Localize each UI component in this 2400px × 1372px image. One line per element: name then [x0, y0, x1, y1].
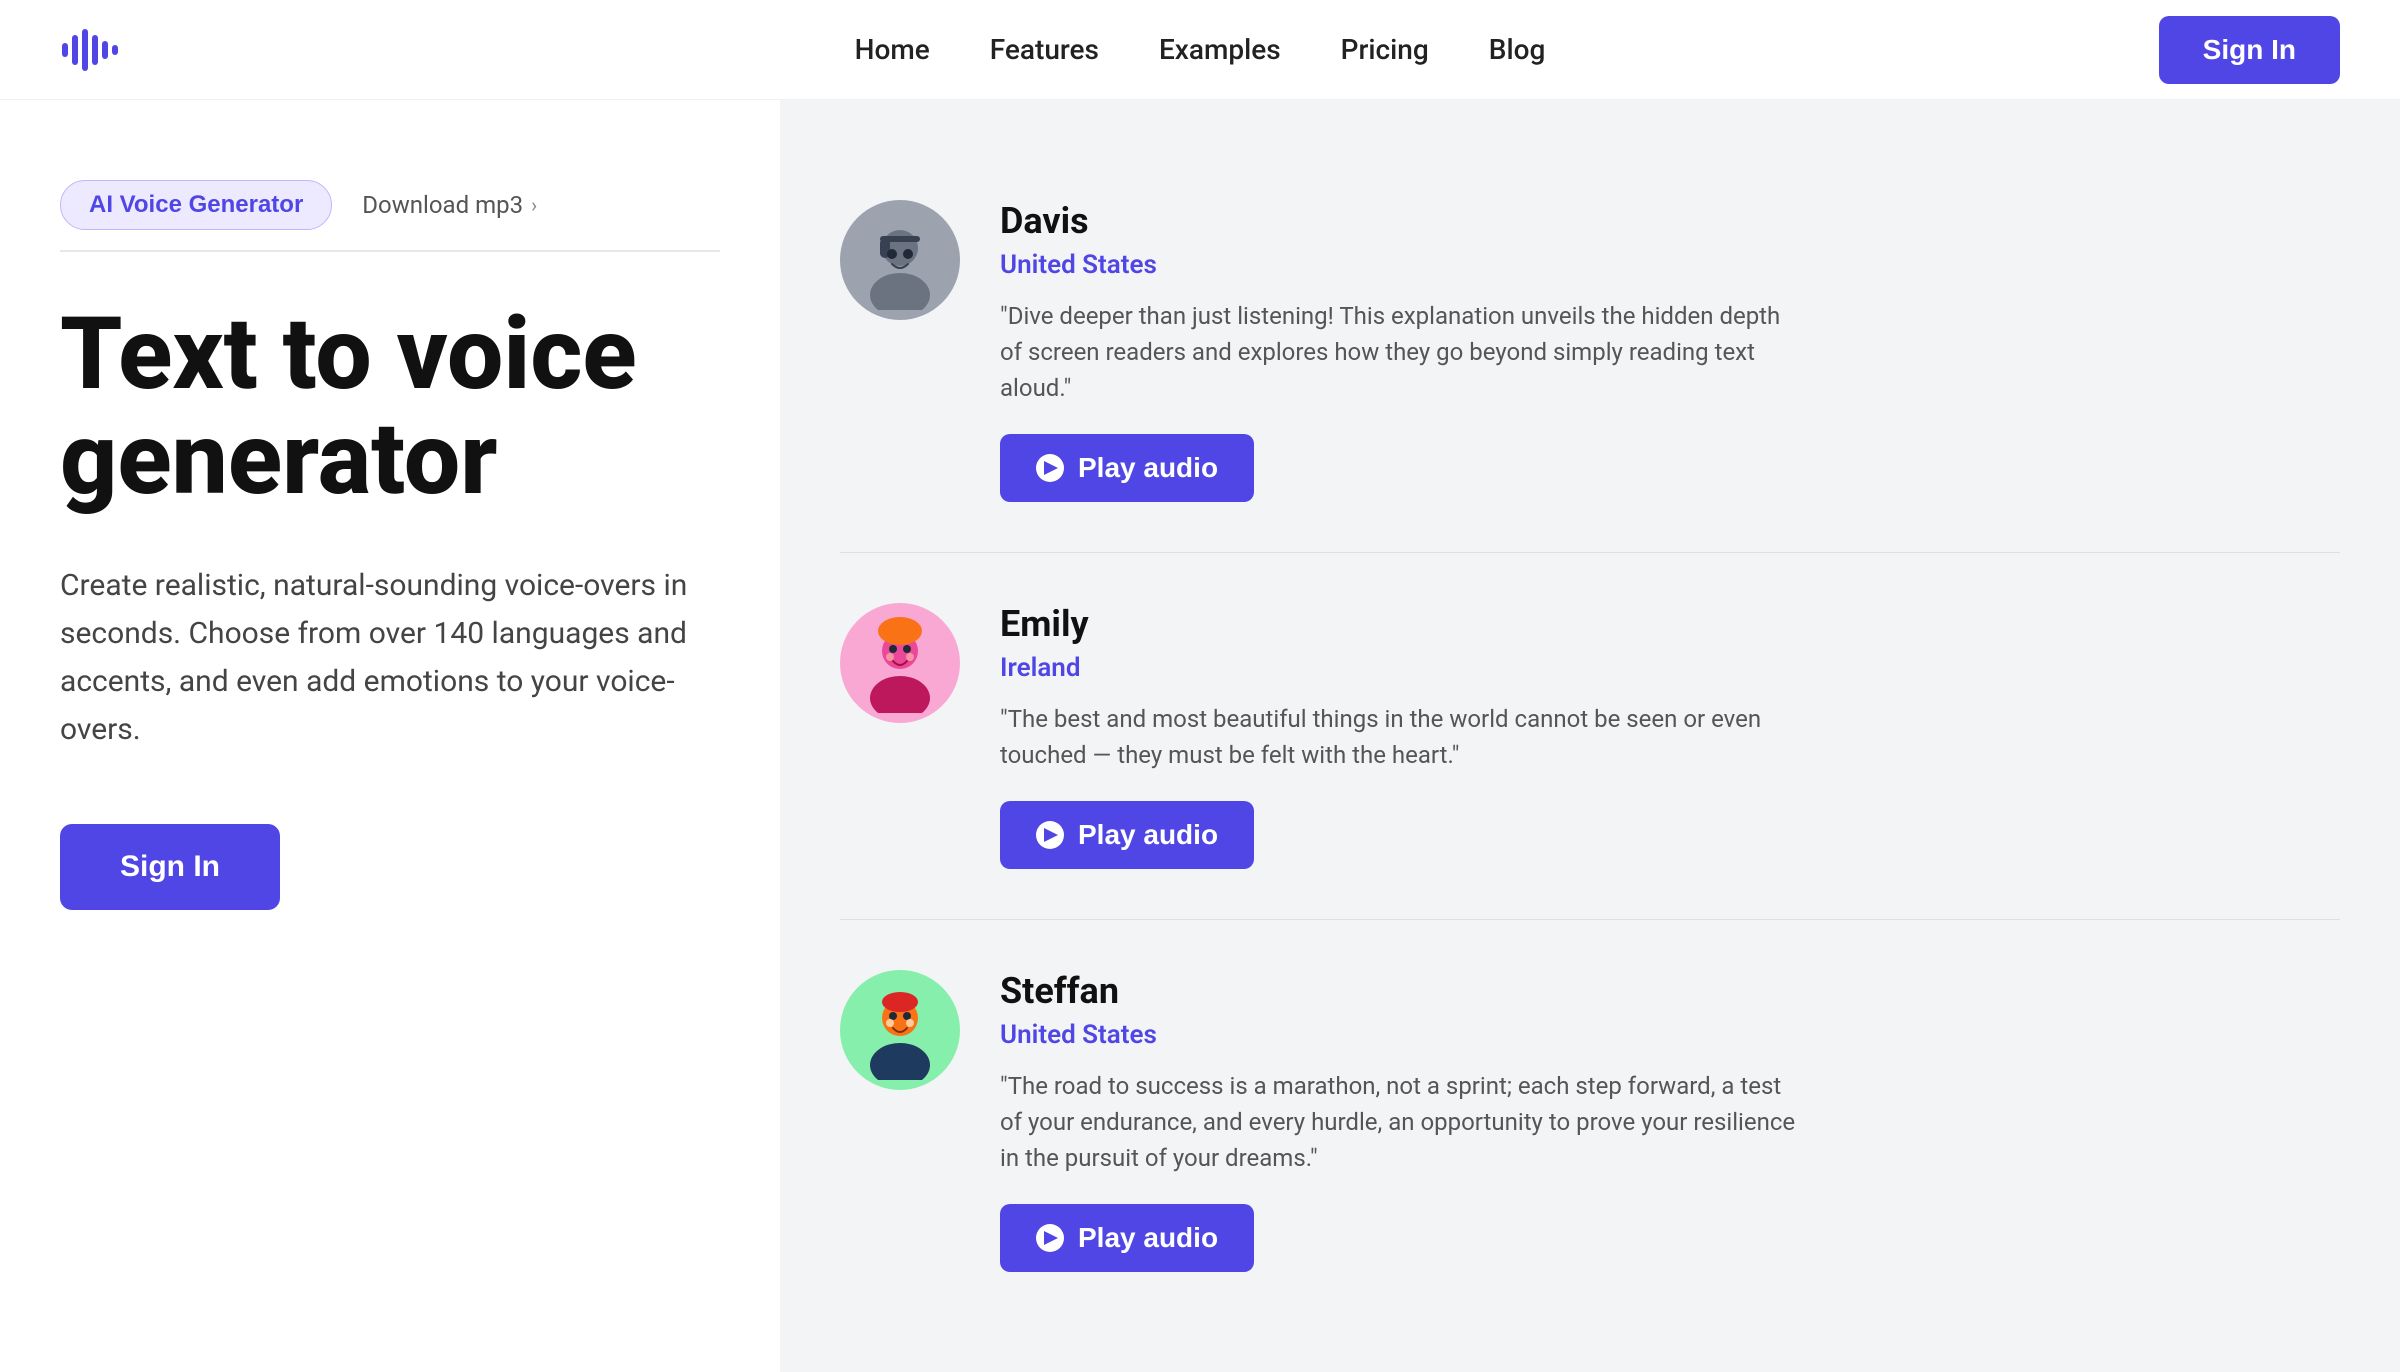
play-icon-davis [1036, 454, 1064, 482]
play-audio-button-emily[interactable]: Play audio [1000, 801, 1254, 869]
play-audio-label-emily: Play audio [1078, 819, 1218, 851]
voice-info-davis: Davis United States "Dive deeper than ju… [1000, 200, 2340, 502]
chevron-right-icon: › [531, 193, 537, 217]
voice-info-steffan: Steffan United States "The road to succe… [1000, 970, 2340, 1272]
tab-download-mp3[interactable]: Download mp3 › [362, 191, 537, 219]
voice-card-emily: Emily Ireland "The best and most beautif… [840, 553, 2340, 920]
hero-subtitle: Create realistic, natural-sounding voice… [60, 562, 720, 754]
hero-title: Text to voice generator [60, 302, 720, 512]
voice-country-davis: United States [1000, 250, 2340, 280]
avatar-steffan [840, 970, 960, 1090]
hero-title-line1: Text to voice [60, 296, 637, 413]
right-panel: Davis United States "Dive deeper than ju… [780, 100, 2400, 1372]
logo-area [60, 25, 120, 75]
play-icon-emily [1036, 821, 1064, 849]
header-sign-in-button[interactable]: Sign In [2159, 16, 2340, 84]
play-audio-label-steffan: Play audio [1078, 1222, 1218, 1254]
nav-item-home[interactable]: Home [855, 33, 930, 66]
voice-name-emily: Emily [1000, 603, 2340, 645]
voice-quote-emily: "The best and most beautiful things in t… [1000, 701, 1800, 773]
header: Home Features Examples Pricing Blog Sign… [0, 0, 2400, 100]
play-icon-steffan [1036, 1224, 1064, 1252]
main-nav: Home Features Examples Pricing Blog [855, 33, 1546, 66]
logo-icon [60, 25, 120, 75]
avatar-davis [840, 200, 960, 320]
nav-item-examples[interactable]: Examples [1159, 33, 1281, 66]
nav-item-features[interactable]: Features [990, 33, 1099, 66]
voice-card-steffan: Steffan United States "The road to succe… [840, 920, 2340, 1322]
voice-info-emily: Emily Ireland "The best and most beautif… [1000, 603, 2340, 869]
play-audio-button-davis[interactable]: Play audio [1000, 434, 1254, 502]
tab-strip: AI Voice Generator Download mp3 › [60, 180, 720, 252]
voice-name-davis: Davis [1000, 200, 2340, 242]
main-layout: AI Voice Generator Download mp3 › Text t… [0, 100, 2400, 1372]
hero-title-line2: generator [60, 401, 497, 518]
hero-sign-in-button[interactable]: Sign In [60, 824, 280, 910]
voice-name-steffan: Steffan [1000, 970, 2340, 1012]
play-audio-label-davis: Play audio [1078, 452, 1218, 484]
tab-ai-voice-generator[interactable]: AI Voice Generator [60, 180, 332, 230]
avatar-emily [840, 603, 960, 723]
tab-download-mp3-label: Download mp3 [362, 191, 523, 219]
play-audio-button-steffan[interactable]: Play audio [1000, 1204, 1254, 1272]
voice-quote-davis: "Dive deeper than just listening! This e… [1000, 298, 1800, 406]
voice-country-emily: Ireland [1000, 653, 2340, 683]
voice-country-steffan: United States [1000, 1020, 2340, 1050]
voice-quote-steffan: "The road to success is a marathon, not … [1000, 1068, 1800, 1176]
nav-item-blog[interactable]: Blog [1489, 33, 1546, 66]
nav-item-pricing[interactable]: Pricing [1341, 33, 1429, 66]
voice-card-davis: Davis United States "Dive deeper than ju… [840, 150, 2340, 553]
left-panel: AI Voice Generator Download mp3 › Text t… [0, 100, 780, 1372]
